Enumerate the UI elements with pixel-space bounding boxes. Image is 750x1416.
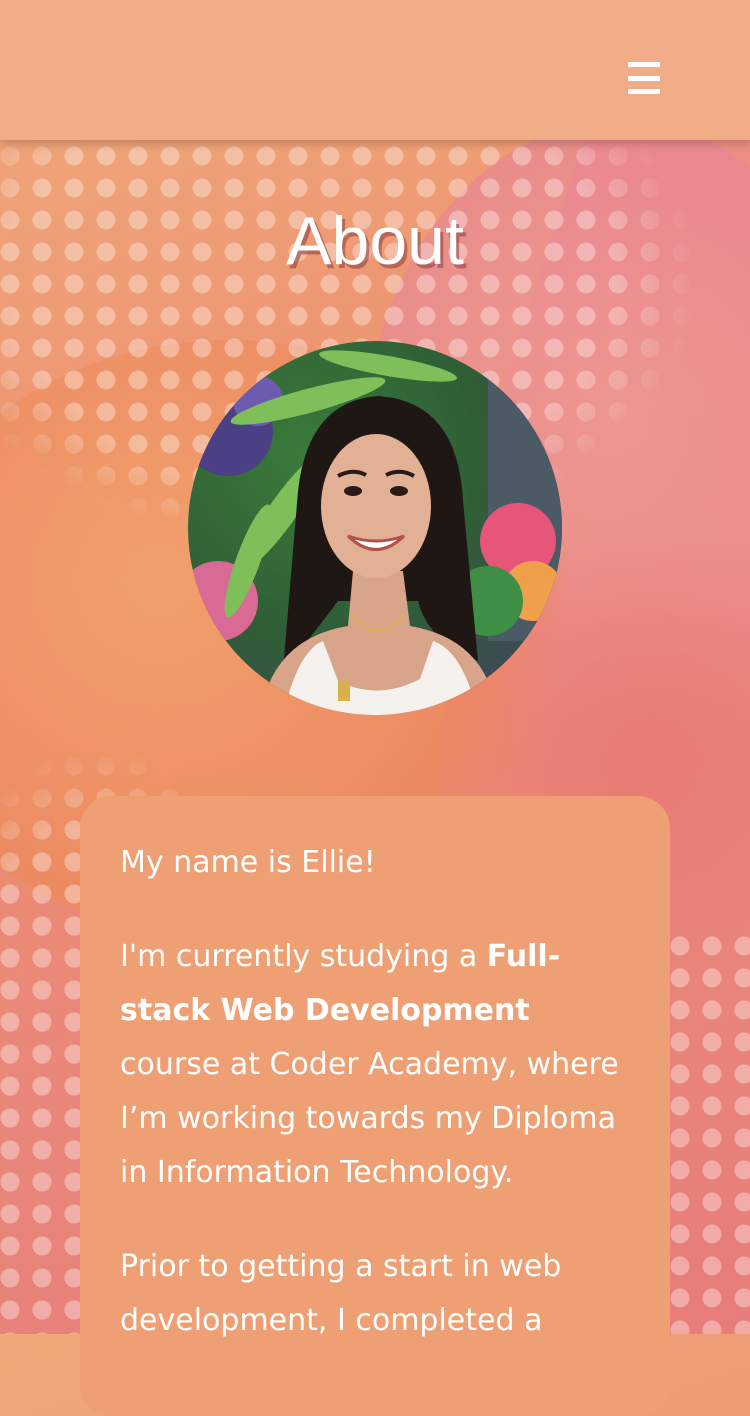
- hamburger-menu-icon[interactable]: [624, 62, 664, 94]
- about-paragraph: I'm currently studying a Full-stack Web …: [120, 939, 619, 1190]
- about-paragraph: Prior to getting a start in web developm…: [120, 1249, 562, 1338]
- page-title: About: [286, 203, 464, 279]
- about-card: My name is Ellie! I'm currently studying…: [80, 796, 670, 1416]
- profile-photo: [188, 341, 562, 715]
- about-paragraph: My name is Ellie!: [120, 845, 376, 880]
- top-bar: [0, 0, 750, 140]
- avatar: [188, 341, 562, 715]
